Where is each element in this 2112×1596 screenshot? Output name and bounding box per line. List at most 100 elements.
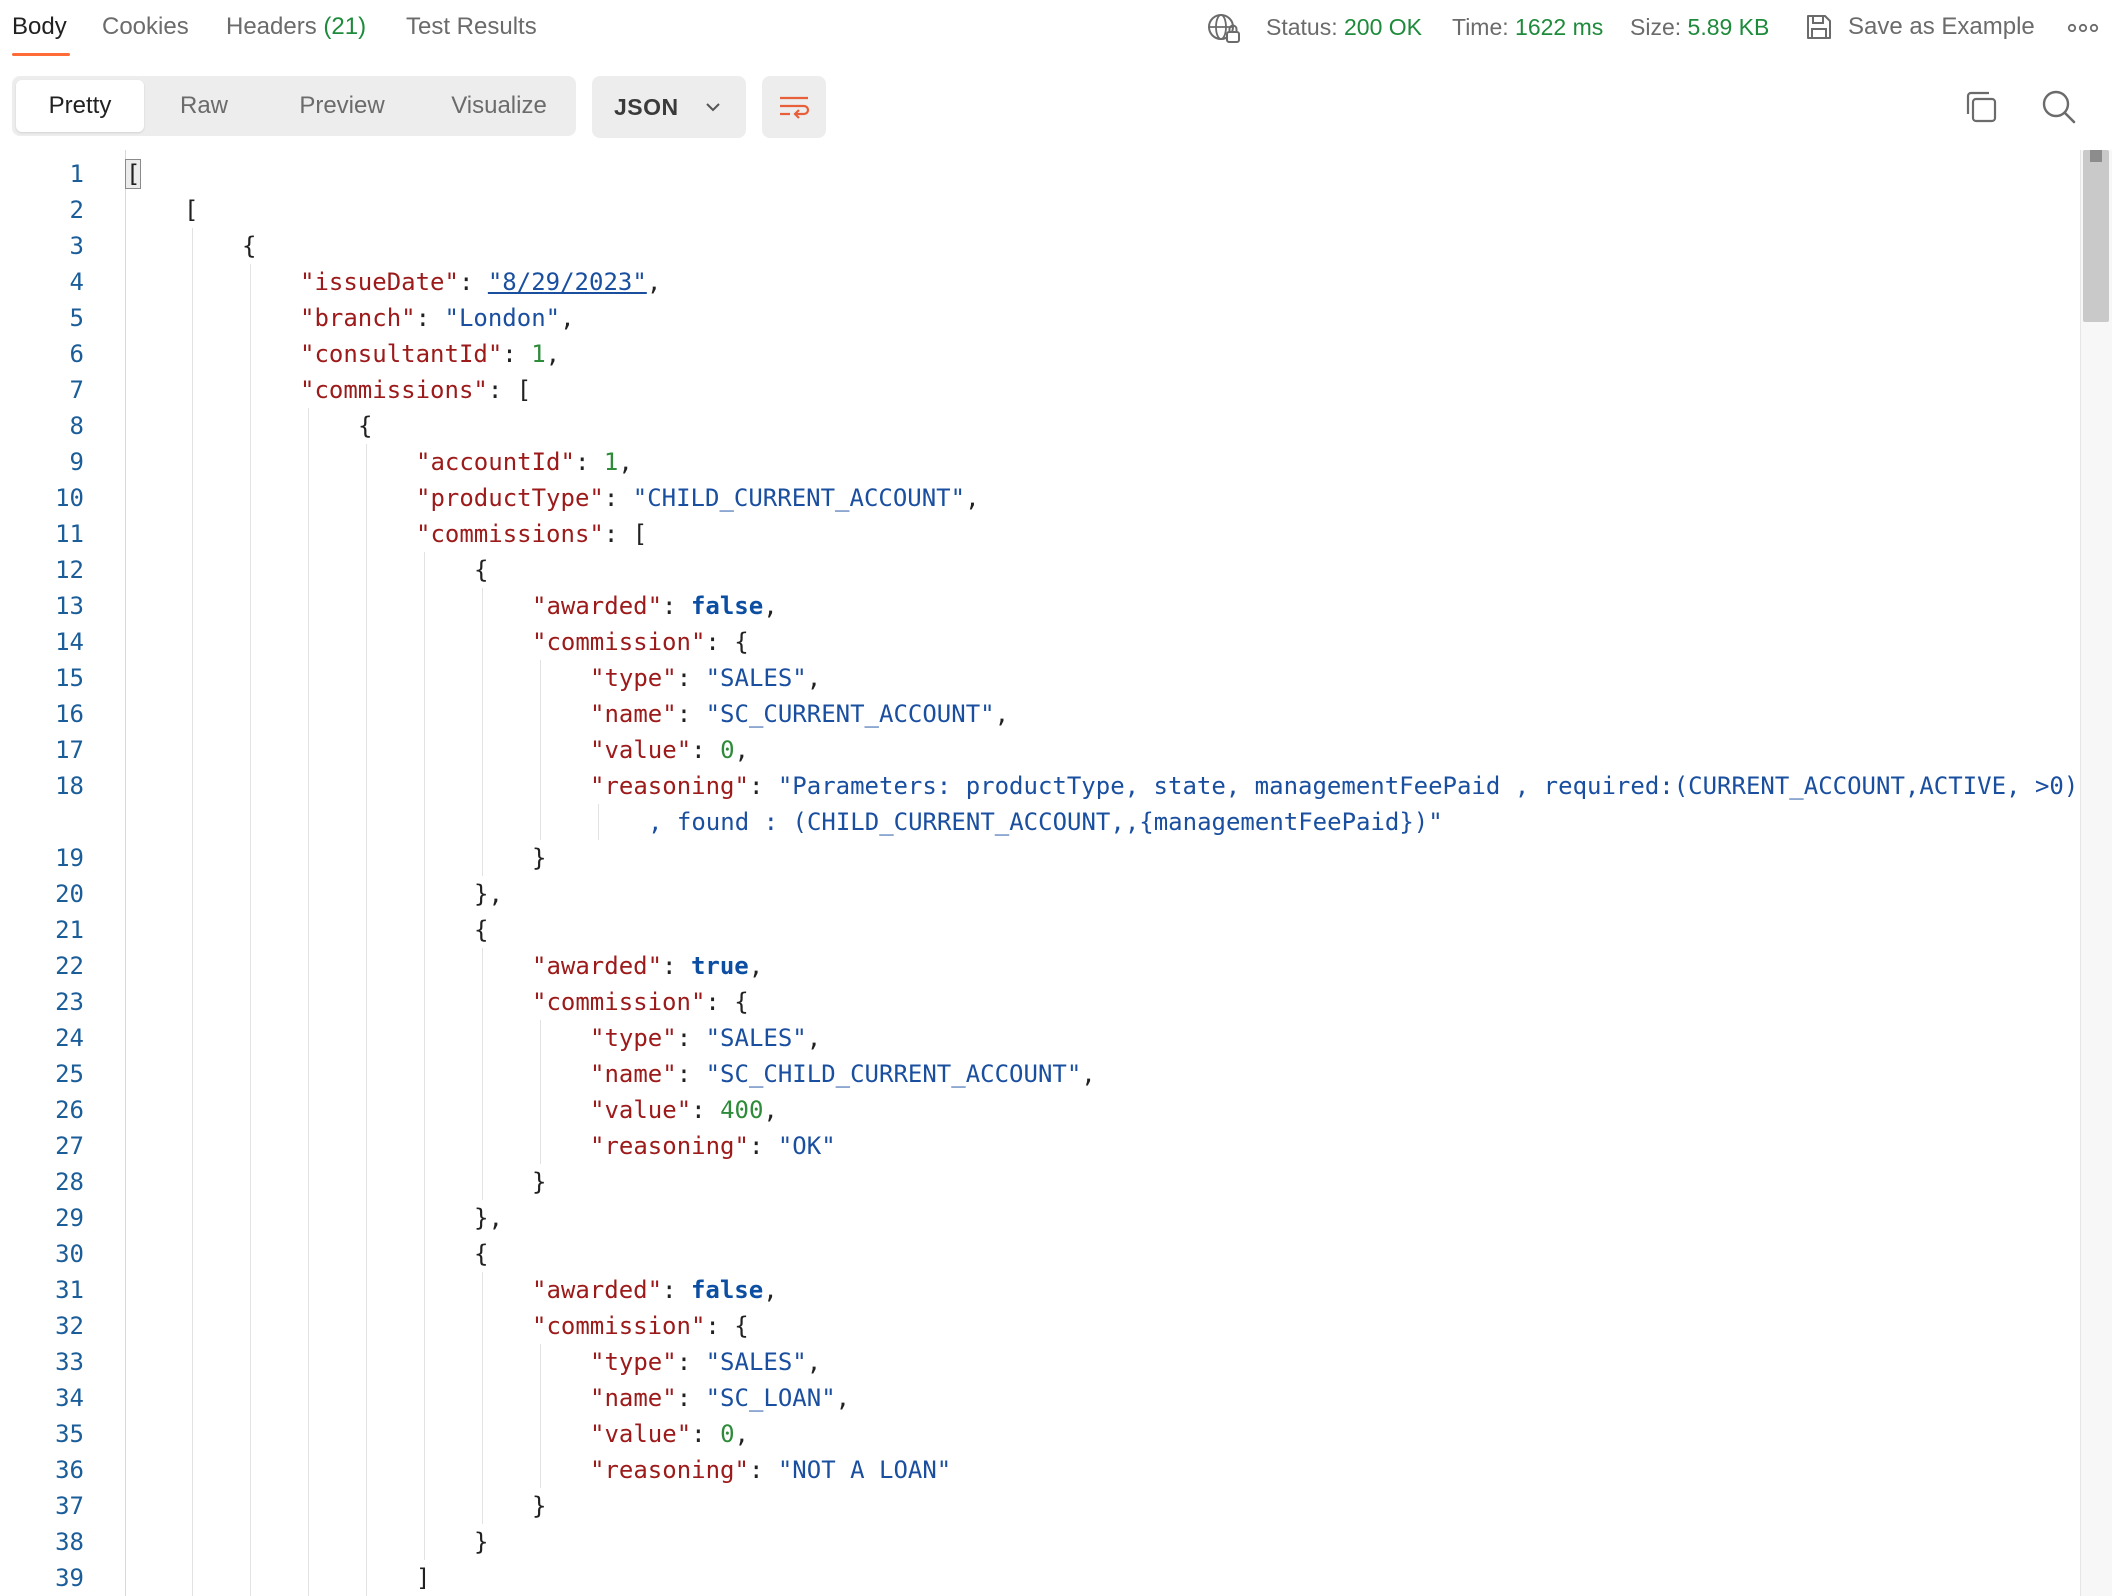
size-value: 5.89 KB [1687, 14, 1770, 40]
view-mode-raw[interactable]: Raw [152, 80, 256, 132]
code-line: "branch": "London", [126, 300, 2076, 336]
line-number: 37 [55, 1492, 84, 1520]
view-mode-pretty[interactable]: Pretty [16, 80, 144, 132]
code-token: { [358, 412, 373, 440]
copy-icon[interactable] [1962, 88, 2000, 126]
line-number: 6 [69, 340, 84, 368]
line-number: 17 [55, 736, 84, 764]
code-token: "awarded" [532, 952, 663, 980]
line-number: 35 [55, 1420, 84, 1448]
format-dropdown[interactable]: JSON [592, 76, 746, 138]
code-token: : [748, 772, 778, 800]
code-token: , [965, 484, 980, 512]
code-token: { [242, 232, 257, 260]
globe-lock-icon[interactable] [1206, 12, 1242, 46]
code-line: "commission": { [126, 1308, 2076, 1344]
active-tab-indicator [12, 53, 70, 56]
more-icon[interactable] [2066, 14, 2100, 42]
code-line: } [126, 1488, 2076, 1524]
line-number: 38 [55, 1528, 84, 1556]
line-number: 27 [55, 1132, 84, 1160]
code-token: , [806, 1024, 822, 1052]
code-token: 0 [720, 1420, 735, 1448]
vertical-scrollbar[interactable] [2080, 150, 2112, 1596]
code-token: "NOT A LOAN" [777, 1456, 952, 1484]
code-token: , [763, 1276, 778, 1304]
tab-body[interactable]: Body [12, 12, 67, 42]
response-tabs-bar: Body Cookies Headers (21) Test Results S… [0, 0, 2112, 60]
time-indicator[interactable]: Time: 1622 ms [1452, 12, 1603, 42]
save-icon [1807, 15, 1831, 39]
code-line: "awarded": false, [126, 588, 2076, 624]
code-token: : { [705, 988, 749, 1016]
code-token: "CHILD_CURRENT_ACCOUNT" [632, 484, 966, 512]
scroll-up-arrow[interactable] [2090, 150, 2102, 162]
code-token: , [806, 664, 822, 692]
line-number: 36 [55, 1456, 84, 1484]
size-indicator[interactable]: Size: 5.89 KB [1630, 12, 1769, 42]
code-token: "SC_CURRENT_ACCOUNT" [705, 700, 995, 728]
code-token: : [662, 1276, 691, 1304]
code-token: , [734, 736, 749, 764]
code-line: "name": "SC_CURRENT_ACCOUNT", [126, 696, 2076, 732]
code-token: { [474, 556, 489, 584]
code-token: false [690, 1276, 764, 1304]
code-token: : [676, 1348, 706, 1376]
code-token: : [748, 1132, 778, 1160]
response-body-editor[interactable]: 1 2 3 4 5 6 7 8 9 10 11 12 13 14 15 16 17 18 19 20 21 22 23 24 2… [0, 150, 2080, 1596]
code-token: } [532, 844, 547, 872]
status-label: Status: [1266, 14, 1338, 40]
code-line: ] [126, 1560, 2076, 1596]
code-token: "commission" [532, 1312, 706, 1340]
code-token: : [574, 448, 604, 476]
code-line: { [126, 228, 2076, 264]
code-token: [ [124, 159, 142, 189]
code-token: true [690, 952, 749, 980]
code-line: } [126, 840, 2076, 876]
code-token: : [603, 484, 633, 512]
code-line: "value": 400, [126, 1092, 2076, 1128]
code-line: [ [126, 192, 2076, 228]
code-line: "productType": "CHILD_CURRENT_ACCOUNT", [126, 480, 2076, 516]
line-number: 22 [55, 952, 84, 980]
line-number: 10 [55, 484, 84, 512]
scrollbar-thumb[interactable] [2083, 150, 2109, 322]
view-mode-preview[interactable]: Preview [270, 80, 414, 132]
code-line: "type": "SALES", [126, 660, 2076, 696]
view-mode-visualize[interactable]: Visualize [426, 80, 572, 132]
tab-test-results[interactable]: Test Results [406, 12, 537, 42]
format-value: JSON [614, 93, 679, 120]
line-number: 18 [55, 772, 84, 800]
code-line: }, [126, 1200, 2076, 1236]
code-token: ] [416, 1564, 431, 1592]
code-token: : [748, 1456, 778, 1484]
code-token: "SALES" [705, 1348, 807, 1376]
code-token: , [646, 268, 662, 296]
status-indicator[interactable]: Status: 200 OK [1266, 12, 1422, 42]
code-token: [ [184, 196, 199, 224]
save-as-example-button[interactable]: Save as Example [1804, 10, 2035, 44]
tab-headers[interactable]: Headers (21) [226, 12, 366, 42]
code-token: "issueDate" [300, 268, 459, 296]
code-token: { [474, 916, 489, 944]
headers-count: (21) [323, 13, 367, 40]
code-line: } [126, 1524, 2076, 1560]
code-token: : [691, 1420, 721, 1448]
status-value: 200 OK [1344, 14, 1422, 40]
time-value: 1622 ms [1515, 14, 1604, 40]
code-token: false [690, 592, 764, 620]
code-token: "value" [590, 1420, 692, 1448]
line-number: 4 [69, 268, 84, 296]
code-token: , [806, 1348, 822, 1376]
tab-cookies[interactable]: Cookies [102, 12, 189, 42]
search-icon[interactable] [2040, 88, 2078, 126]
wrap-lines-button[interactable] [762, 76, 826, 138]
line-number: 31 [55, 1276, 84, 1304]
save-as-example-label: Save as Example [1848, 13, 2035, 40]
line-number: 28 [55, 1168, 84, 1196]
line-number: 34 [55, 1384, 84, 1412]
code-line: "reasoning": "Parameters: productType, s… [126, 768, 2078, 804]
code-token: : [662, 952, 691, 980]
code-token: 400 [720, 1096, 764, 1124]
code-line: "awarded": true, [126, 948, 2076, 984]
